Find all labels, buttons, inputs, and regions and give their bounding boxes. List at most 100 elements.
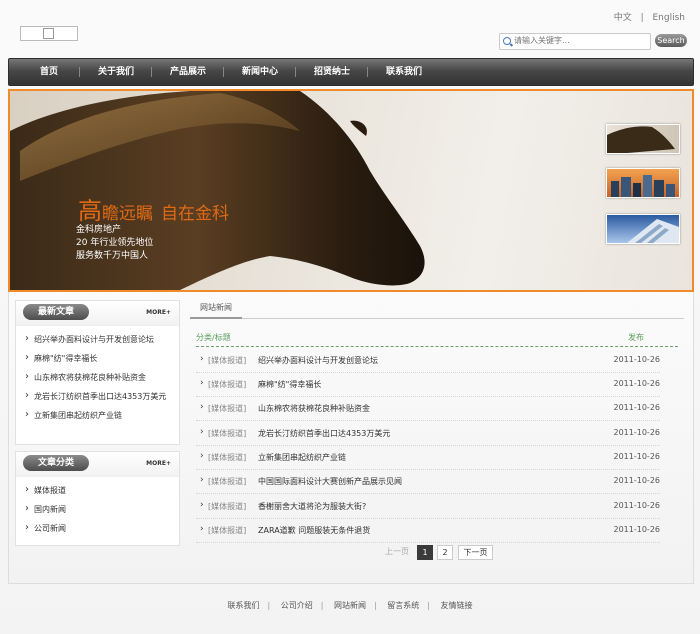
nav-item-news[interactable]: 新闻中心 (229, 59, 291, 85)
row-date: 2011-10-26 (613, 355, 661, 364)
nav-item-contact[interactable]: 联系我们 (373, 59, 435, 85)
list-item[interactable]: 公司新闻 (16, 519, 179, 538)
table-row[interactable]: › [媒体报道] 立新集团串起纺织产业链 2011-10-26 (196, 445, 660, 470)
banner-line-3: 服务数千万中国人 (76, 251, 149, 261)
footer-link-news[interactable]: 网站新闻 (334, 601, 366, 610)
chevron-right-icon: › (200, 524, 204, 534)
nav-item-careers[interactable]: 招贤纳士 (301, 59, 363, 85)
page: 中文 | English Search 首页 关于我们 产品展示 新闻中心 招贤… (0, 0, 700, 634)
row-date: 2011-10-26 (613, 525, 661, 534)
row-date: 2011-10-26 (613, 476, 661, 485)
column-header-title: 分类/标题 (196, 333, 231, 342)
row-category[interactable]: [媒体报道] (208, 428, 246, 439)
nav-divider (295, 67, 296, 77)
lang-english-link[interactable]: English (653, 13, 686, 23)
list-item[interactable]: 国内新闻 (16, 500, 179, 519)
row-category[interactable]: [媒体报道] (208, 403, 246, 414)
lang-separator: | (640, 13, 644, 23)
row-title[interactable]: ZARA道歉 问题服装无条件退货 (258, 525, 370, 536)
banner-thumb-building[interactable] (606, 214, 680, 244)
footer-link-contact[interactable]: 联系我们 (228, 601, 260, 610)
search-input[interactable] (514, 35, 644, 46)
search-box[interactable] (499, 33, 651, 50)
footer-link-guestbook[interactable]: 留言系统 (387, 601, 419, 610)
latest-articles-title: 最新文章 (23, 304, 89, 320)
list-item[interactable]: 龙岩长汀纺织首季出口达4353万美元 (16, 387, 179, 406)
banner-slogan: 高瞻远瞩 自在金科 (78, 197, 229, 225)
lang-chinese-link[interactable]: 中文 (614, 13, 632, 23)
page-1-button[interactable]: 1 (417, 545, 433, 560)
prev-page-button[interactable]: 上一页 (380, 545, 414, 558)
nav-item-products[interactable]: 产品展示 (157, 59, 219, 85)
nav-item-home[interactable]: 首页 (23, 59, 75, 85)
list-item[interactable]: 麻棉"纺"得幸福长 (16, 349, 179, 368)
banner-thumb-city[interactable] (606, 168, 680, 198)
row-title[interactable]: 龙岩长汀纺织首季出口达4353万美元 (258, 428, 390, 439)
table-row[interactable]: › [媒体报道] 中国国际面料设计大赛创新产品展示见闻 2011-10-26 (196, 469, 660, 494)
row-category[interactable]: [媒体报道] (208, 501, 246, 512)
categories-header: 文章分类 MORE+ (16, 452, 179, 477)
chevron-right-icon: › (200, 402, 204, 412)
table-row[interactable]: › [媒体报道] 香榭丽舍大道将沦为服装大街? 2011-10-26 (196, 494, 660, 519)
row-category[interactable]: [媒体报道] (208, 476, 246, 487)
list-item[interactable]: 媒体报道 (16, 481, 179, 500)
list-item[interactable]: 山东棉农将获棉花良种补贴资金 (16, 368, 179, 387)
row-title[interactable]: 绍兴举办面料设计与开发创意论坛 (258, 355, 378, 366)
list-item[interactable]: 立新集团串起纺织产业链 (16, 406, 179, 425)
row-date: 2011-10-26 (613, 379, 661, 388)
page-2-button[interactable]: 2 (437, 545, 453, 560)
chevron-right-icon: › (200, 378, 204, 388)
row-date: 2011-10-26 (613, 403, 661, 412)
table-row[interactable]: › [媒体报道] 山东棉农将获棉花良种补贴资金 2011-10-26 (196, 396, 660, 421)
chevron-right-icon: › (200, 354, 204, 364)
next-page-button[interactable]: 下一页 (458, 545, 493, 560)
row-title[interactable]: 中国国际面料设计大赛创新产品展示见闻 (258, 476, 402, 487)
banner-line-1: 金科房地产 (76, 225, 122, 235)
news-table-header: 分类/标题 发布 (196, 328, 678, 347)
nav-divider (367, 67, 368, 77)
categories-title: 文章分类 (23, 455, 89, 471)
footer-links: 联系我们 | 公司介绍 | 网站新闻 | 留言系统 | 友情链接 (227, 601, 473, 610)
column-header-date: 发布 (628, 333, 644, 342)
latest-more-link[interactable]: MORE+ (146, 309, 171, 316)
chevron-right-icon: › (200, 475, 204, 485)
list-item[interactable]: 绍兴举办面料设计与开发创意论坛 (16, 330, 179, 349)
hero-banner[interactable]: 高瞻远瞩 自在金科 金科房地产 20 年行业领先地位 服务数千万中国人 (8, 89, 694, 292)
search-button[interactable]: Search (655, 34, 687, 47)
row-title[interactable]: 麻棉"纺"得幸福长 (258, 379, 321, 390)
footer-link-friends[interactable]: 友情链接 (441, 601, 473, 610)
nav-divider (79, 67, 80, 77)
row-category[interactable]: [媒体报道] (208, 525, 246, 536)
row-title[interactable]: 山东棉农将获棉花良种补贴资金 (258, 403, 370, 414)
table-row[interactable]: › [媒体报道] 麻棉"纺"得幸福长 2011-10-26 (196, 372, 660, 397)
tab-site-news[interactable]: 网站新闻 (190, 298, 242, 319)
chevron-right-icon: › (200, 451, 204, 461)
logo-image[interactable] (20, 26, 78, 41)
row-title[interactable]: 香榭丽舍大道将沦为服装大街? (258, 501, 366, 512)
nav-divider (223, 67, 224, 77)
search-icon (503, 37, 511, 45)
row-category[interactable]: [媒体报道] (208, 379, 246, 390)
categories-list: 媒体报道 国内新闻 公司新闻 (16, 477, 179, 542)
chevron-right-icon: › (200, 427, 204, 437)
categories-more-link[interactable]: MORE+ (146, 460, 171, 467)
chevron-right-icon: › (200, 500, 204, 510)
news-tabbar: 网站新闻 (190, 298, 684, 319)
footer-link-about[interactable]: 公司介绍 (281, 601, 313, 610)
latest-articles-header: 最新文章 MORE+ (16, 301, 179, 326)
row-date: 2011-10-26 (613, 428, 661, 437)
banner-thumb-horse[interactable] (606, 124, 680, 154)
nav-item-about[interactable]: 关于我们 (85, 59, 147, 85)
table-row[interactable]: › [媒体报道] 龙岩长汀纺织首季出口达4353万美元 2011-10-26 (196, 421, 660, 446)
row-category[interactable]: [媒体报道] (208, 452, 246, 463)
row-date: 2011-10-26 (613, 452, 661, 461)
row-date: 2011-10-26 (613, 501, 661, 510)
row-category[interactable]: [媒体报道] (208, 355, 246, 366)
latest-articles-box: 最新文章 MORE+ 绍兴举办面料设计与开发创意论坛 麻棉"纺"得幸福长 山东棉… (15, 300, 180, 445)
nav-divider (151, 67, 152, 77)
table-row[interactable]: › [媒体报道] 绍兴举办面料设计与开发创意论坛 2011-10-26 (196, 348, 660, 373)
row-title[interactable]: 立新集团串起纺织产业链 (258, 452, 346, 463)
banner-line-2: 20 年行业领先地位 (76, 238, 154, 248)
table-row[interactable]: › [媒体报道] ZARA道歉 问题服装无条件退货 2011-10-26 (196, 518, 660, 543)
latest-articles-list: 绍兴举办面料设计与开发创意论坛 麻棉"纺"得幸福长 山东棉农将获棉花良种补贴资金… (16, 326, 179, 429)
